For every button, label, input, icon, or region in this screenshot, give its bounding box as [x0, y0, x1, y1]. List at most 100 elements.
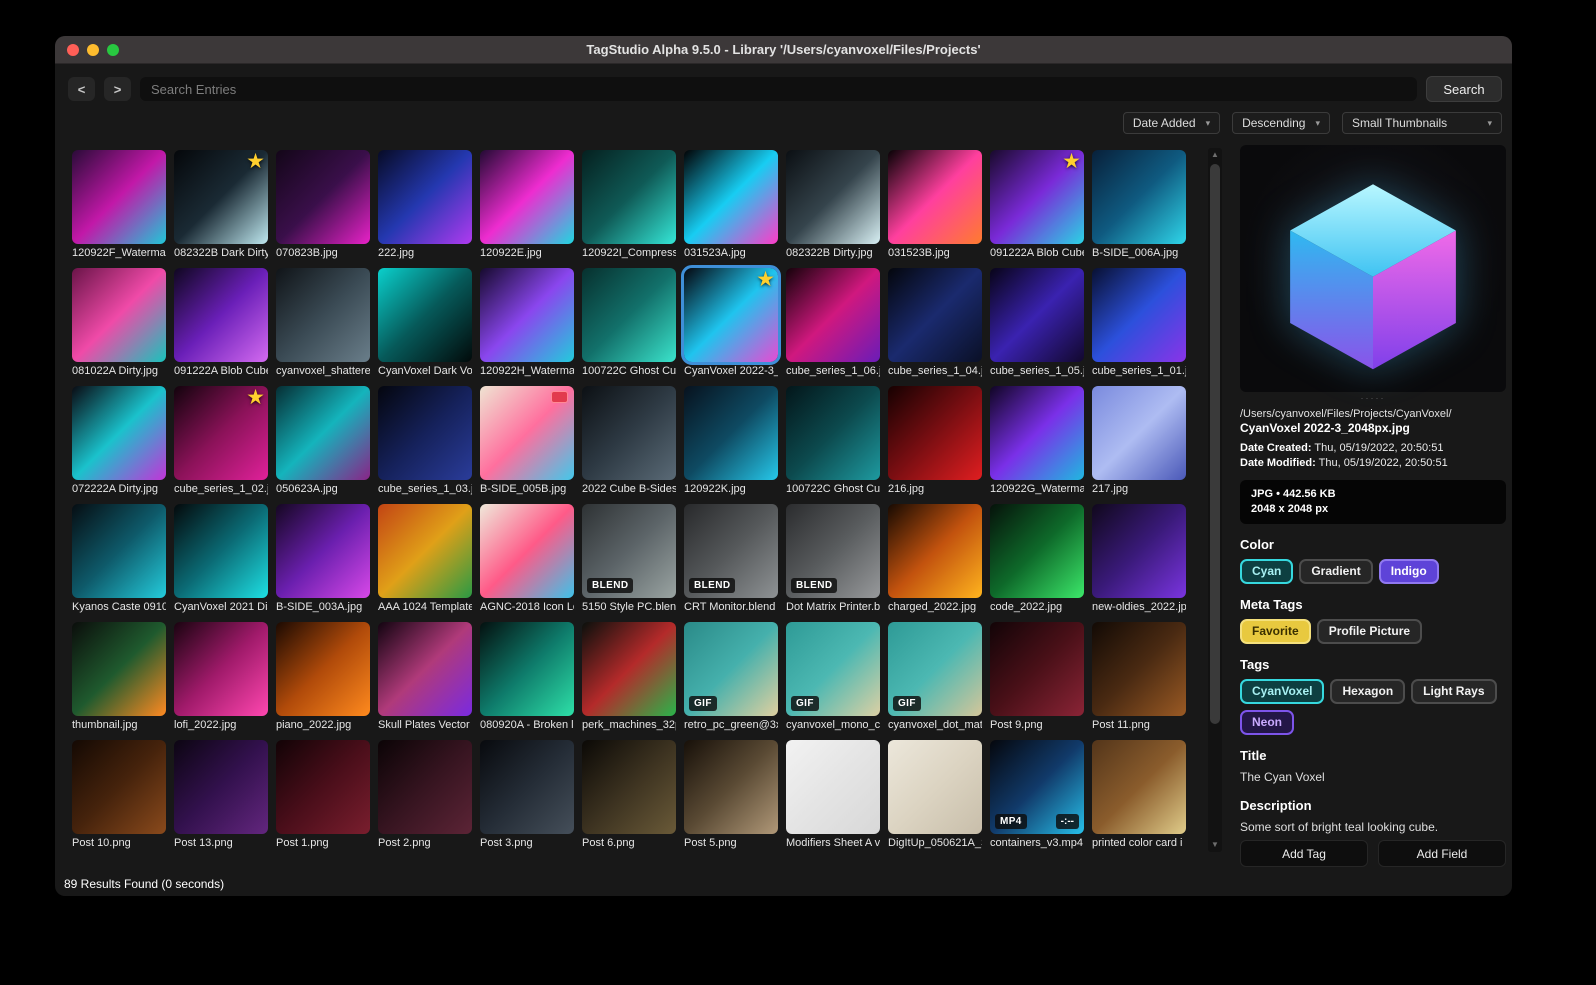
thumbnail-image[interactable] — [378, 150, 472, 244]
thumbnail-image[interactable] — [1092, 740, 1186, 834]
thumbnail-image[interactable] — [1092, 622, 1186, 716]
grid-item[interactable]: 120922I_Compressed — [582, 150, 676, 260]
thumbnail-image[interactable] — [72, 622, 166, 716]
grid-item[interactable]: code_2022.jpg — [990, 504, 1084, 614]
thumbnail-image[interactable] — [684, 386, 778, 480]
grid-item[interactable]: Post 2.png — [378, 740, 472, 850]
thumbnail-image[interactable] — [174, 268, 268, 362]
grid-item[interactable]: 031523A.jpg — [684, 150, 778, 260]
thumbnail-image[interactable] — [378, 386, 472, 480]
grid-item[interactable]: cube_series_1_01.j — [1092, 268, 1186, 378]
thumbnail-image[interactable] — [72, 150, 166, 244]
grid-item[interactable]: Skull Plates Vector — [378, 622, 472, 732]
tag-chip-hexagon[interactable]: Hexagon — [1330, 679, 1406, 704]
thumbnail-image[interactable] — [582, 740, 676, 834]
tag-chip-gradient[interactable]: Gradient — [1299, 559, 1373, 584]
thumbnail-image[interactable] — [378, 622, 472, 716]
search-button[interactable]: Search — [1426, 76, 1502, 102]
thumbnail-image[interactable] — [72, 386, 166, 480]
thumbnail-image[interactable] — [1092, 386, 1186, 480]
grid-item[interactable]: B-SIDE_003A.jpg — [276, 504, 370, 614]
grid-item[interactable]: Post 6.png — [582, 740, 676, 850]
grid-item[interactable]: 072222A Dirty.jpg — [72, 386, 166, 496]
thumbnail-image[interactable] — [684, 150, 778, 244]
thumbnail-image[interactable] — [582, 622, 676, 716]
thumbnail-image[interactable] — [684, 740, 778, 834]
tag-chip-cyan[interactable]: Cyan — [1240, 559, 1294, 584]
tag-chip-cyanvoxel[interactable]: CyanVoxel — [1240, 679, 1325, 704]
thumbnail-image[interactable] — [1092, 150, 1186, 244]
grid-item[interactable]: 120922K.jpg — [684, 386, 778, 496]
thumbnail-image[interactable] — [378, 268, 472, 362]
grid-item[interactable]: Post 10.png — [72, 740, 166, 850]
thumbnail-image[interactable] — [480, 622, 574, 716]
thumbnail-image[interactable]: ★ — [174, 150, 268, 244]
grid-item[interactable]: 091222A Blob Cube — [174, 268, 268, 378]
grid-item[interactable]: lofi_2022.jpg — [174, 622, 268, 732]
grid-item[interactable]: cube_series_1_06.j — [786, 268, 880, 378]
grid-item[interactable]: 070823B.jpg — [276, 150, 370, 260]
thumbnail-image[interactable] — [888, 386, 982, 480]
thumbnail-size-dropdown[interactable]: Small Thumbnails ▾ — [1342, 112, 1502, 134]
grid-item[interactable]: GIF cyanvoxel_mono_cr — [786, 622, 880, 732]
thumbnail-image[interactable] — [480, 740, 574, 834]
grid-item[interactable]: AGNC-2018 Icon Lo — [480, 504, 574, 614]
grid-item[interactable]: GIF retro_pc_green@3x — [684, 622, 778, 732]
thumbnail-image[interactable] — [276, 386, 370, 480]
grid-item[interactable]: BLEND Dot Matrix Printer.b — [786, 504, 880, 614]
grid-item[interactable]: 120922E.jpg — [480, 150, 574, 260]
grid-item[interactable]: B-SIDE_005B.jpg — [480, 386, 574, 496]
grid-item[interactable]: Post 1.png — [276, 740, 370, 850]
thumbnail-image[interactable] — [990, 268, 1084, 362]
thumbnail-image[interactable]: MP4 -:-- — [990, 740, 1084, 834]
tag-chip-indigo[interactable]: Indigo — [1378, 559, 1439, 584]
grid-item[interactable]: 082322B Dirty.jpg — [786, 150, 880, 260]
grid-item[interactable]: 100722C Ghost Cub — [786, 386, 880, 496]
grid-item[interactable]: 120922H_Watermark — [480, 268, 574, 378]
add-field-button[interactable]: Add Field — [1378, 840, 1506, 867]
back-button[interactable]: < — [68, 77, 95, 101]
grid-item[interactable]: 216.jpg — [888, 386, 982, 496]
grid-item[interactable]: cyanvoxel_shattered — [276, 268, 370, 378]
grid-item[interactable]: piano_2022.jpg — [276, 622, 370, 732]
thumbnail-image[interactable] — [174, 622, 268, 716]
grid-item[interactable]: Post 11.png — [1092, 622, 1186, 732]
scrollbar-thumb[interactable] — [1210, 164, 1220, 724]
thumbnail-image[interactable] — [888, 504, 982, 598]
thumbnail-image[interactable] — [276, 150, 370, 244]
thumbnail-image[interactable]: GIF — [786, 622, 880, 716]
thumbnail-image[interactable] — [582, 150, 676, 244]
grid-item[interactable]: printed color card i — [1092, 740, 1186, 850]
thumbnail-image[interactable] — [480, 386, 574, 480]
close-window-button[interactable] — [67, 43, 79, 56]
thumbnail-image[interactable] — [582, 268, 676, 362]
thumbnail-image[interactable] — [786, 150, 880, 244]
thumbnail-image[interactable] — [174, 740, 268, 834]
grid-item[interactable]: 222.jpg — [378, 150, 472, 260]
scroll-down-icon[interactable]: ▼ — [1208, 838, 1222, 852]
thumbnail-image[interactable] — [786, 740, 880, 834]
grid-item[interactable]: BLEND CRT Monitor.blend — [684, 504, 778, 614]
thumbnail-image[interactable] — [888, 150, 982, 244]
thumbnail-image[interactable] — [480, 268, 574, 362]
thumbnail-image[interactable] — [378, 504, 472, 598]
tag-chip-favorite[interactable]: Favorite — [1240, 619, 1311, 644]
grid-item[interactable]: 120922G_Watermark — [990, 386, 1084, 496]
grid-item[interactable]: ★ 082322B Dark Dirty — [174, 150, 268, 260]
grid-item[interactable]: 031523B.jpg — [888, 150, 982, 260]
panel-resize-handle[interactable]: ····· — [1240, 394, 1506, 403]
thumbnail-image[interactable] — [888, 740, 982, 834]
thumbnail-image[interactable] — [786, 386, 880, 480]
preview-image[interactable] — [1240, 145, 1506, 392]
thumbnail-image[interactable] — [72, 268, 166, 362]
tag-chip-neon[interactable]: Neon — [1240, 710, 1294, 735]
thumbnail-image[interactable] — [276, 268, 370, 362]
thumbnail-image[interactable] — [276, 622, 370, 716]
thumbnail-image[interactable]: GIF — [888, 622, 982, 716]
grid-item[interactable]: cube_series_1_03.j — [378, 386, 472, 496]
grid-item[interactable]: Post 3.png — [480, 740, 574, 850]
grid-item[interactable]: 080920A - Broken l — [480, 622, 574, 732]
grid-item[interactable]: Post 9.png — [990, 622, 1084, 732]
grid-scrollbar[interactable]: ▲ ▼ — [1208, 148, 1222, 852]
thumbnail-image[interactable] — [990, 504, 1084, 598]
